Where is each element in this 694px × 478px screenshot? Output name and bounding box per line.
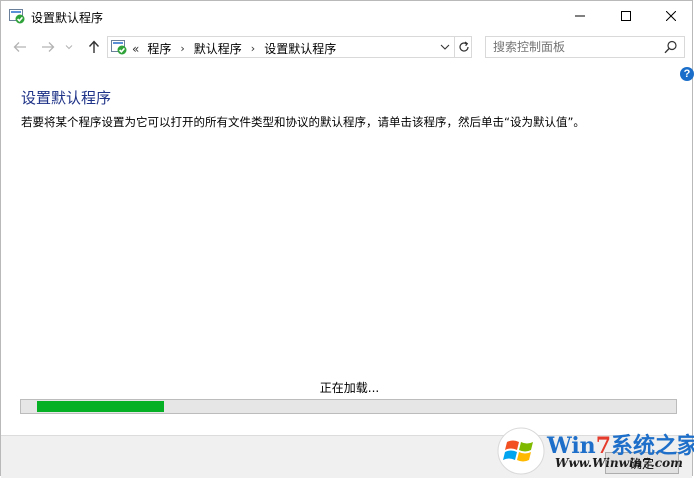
maximize-button[interactable]	[603, 1, 649, 31]
forward-button[interactable]	[39, 37, 57, 57]
address-dropdown-button[interactable]	[436, 37, 454, 57]
address-bar[interactable]: « 程序 › 默认程序 › 设置默认程序	[107, 36, 472, 58]
navigation-bar: « 程序 › 默认程序 › 设置默认程序	[1, 33, 692, 61]
maximize-icon	[621, 11, 631, 21]
page-description: 若要将某个程序设置为它可以打开的所有文件类型和协议的默认程序，请单击该程序，然后…	[21, 115, 585, 129]
search-box[interactable]	[485, 36, 685, 58]
loading-progress-bar	[20, 399, 677, 414]
control-panel-icon	[111, 39, 127, 55]
recent-locations-button[interactable]	[63, 37, 75, 57]
site-watermark: Win7系统之家 Www.Winwin7.com	[497, 425, 694, 477]
search-input[interactable]	[493, 40, 653, 54]
loading-text: 正在加载...	[319, 381, 380, 395]
arrow-right-icon	[42, 42, 55, 52]
close-button[interactable]	[648, 1, 694, 31]
page-title: 设置默认程序	[21, 89, 112, 107]
default-programs-app-icon	[9, 8, 25, 24]
arrow-left-icon	[13, 42, 26, 52]
close-icon	[666, 11, 676, 21]
breadcrumb-separator-icon[interactable]: ›	[251, 42, 255, 55]
windows-logo-icon	[497, 427, 545, 475]
breadcrumb-item-programs[interactable]: 程序	[147, 40, 171, 57]
watermark-url: Www.Winwin7.com	[555, 456, 683, 470]
search-icon[interactable]	[664, 40, 678, 54]
chevron-down-icon	[65, 45, 73, 50]
progress-fill	[37, 401, 164, 412]
window: 设置默认程序 « 程序 › 默认程序 › 设置默认程序 搜索控制面板 ? 设置默…	[0, 0, 694, 478]
breadcrumb: « 程序 › 默认程序 › 设置默认程序	[132, 40, 336, 57]
arrow-up-icon	[88, 40, 100, 53]
breadcrumb-separator-icon[interactable]: ›	[180, 42, 184, 55]
breadcrumb-item-default-programs[interactable]: 默认程序	[194, 40, 242, 57]
breadcrumb-item-set-default-programs[interactable]: 设置默认程序	[264, 40, 336, 57]
help-icon[interactable]: ?	[680, 67, 694, 81]
window-title: 设置默认程序	[31, 11, 104, 25]
breadcrumb-overflow[interactable]: «	[132, 42, 139, 56]
back-button[interactable]	[11, 37, 29, 57]
refresh-button[interactable]	[454, 37, 473, 57]
refresh-icon	[459, 41, 469, 52]
title-bar[interactable]: 设置默认程序	[1, 1, 692, 31]
chevron-down-icon	[440, 44, 450, 50]
minimize-button[interactable]	[557, 1, 603, 31]
minimize-icon	[575, 15, 585, 17]
up-button[interactable]	[85, 37, 103, 57]
